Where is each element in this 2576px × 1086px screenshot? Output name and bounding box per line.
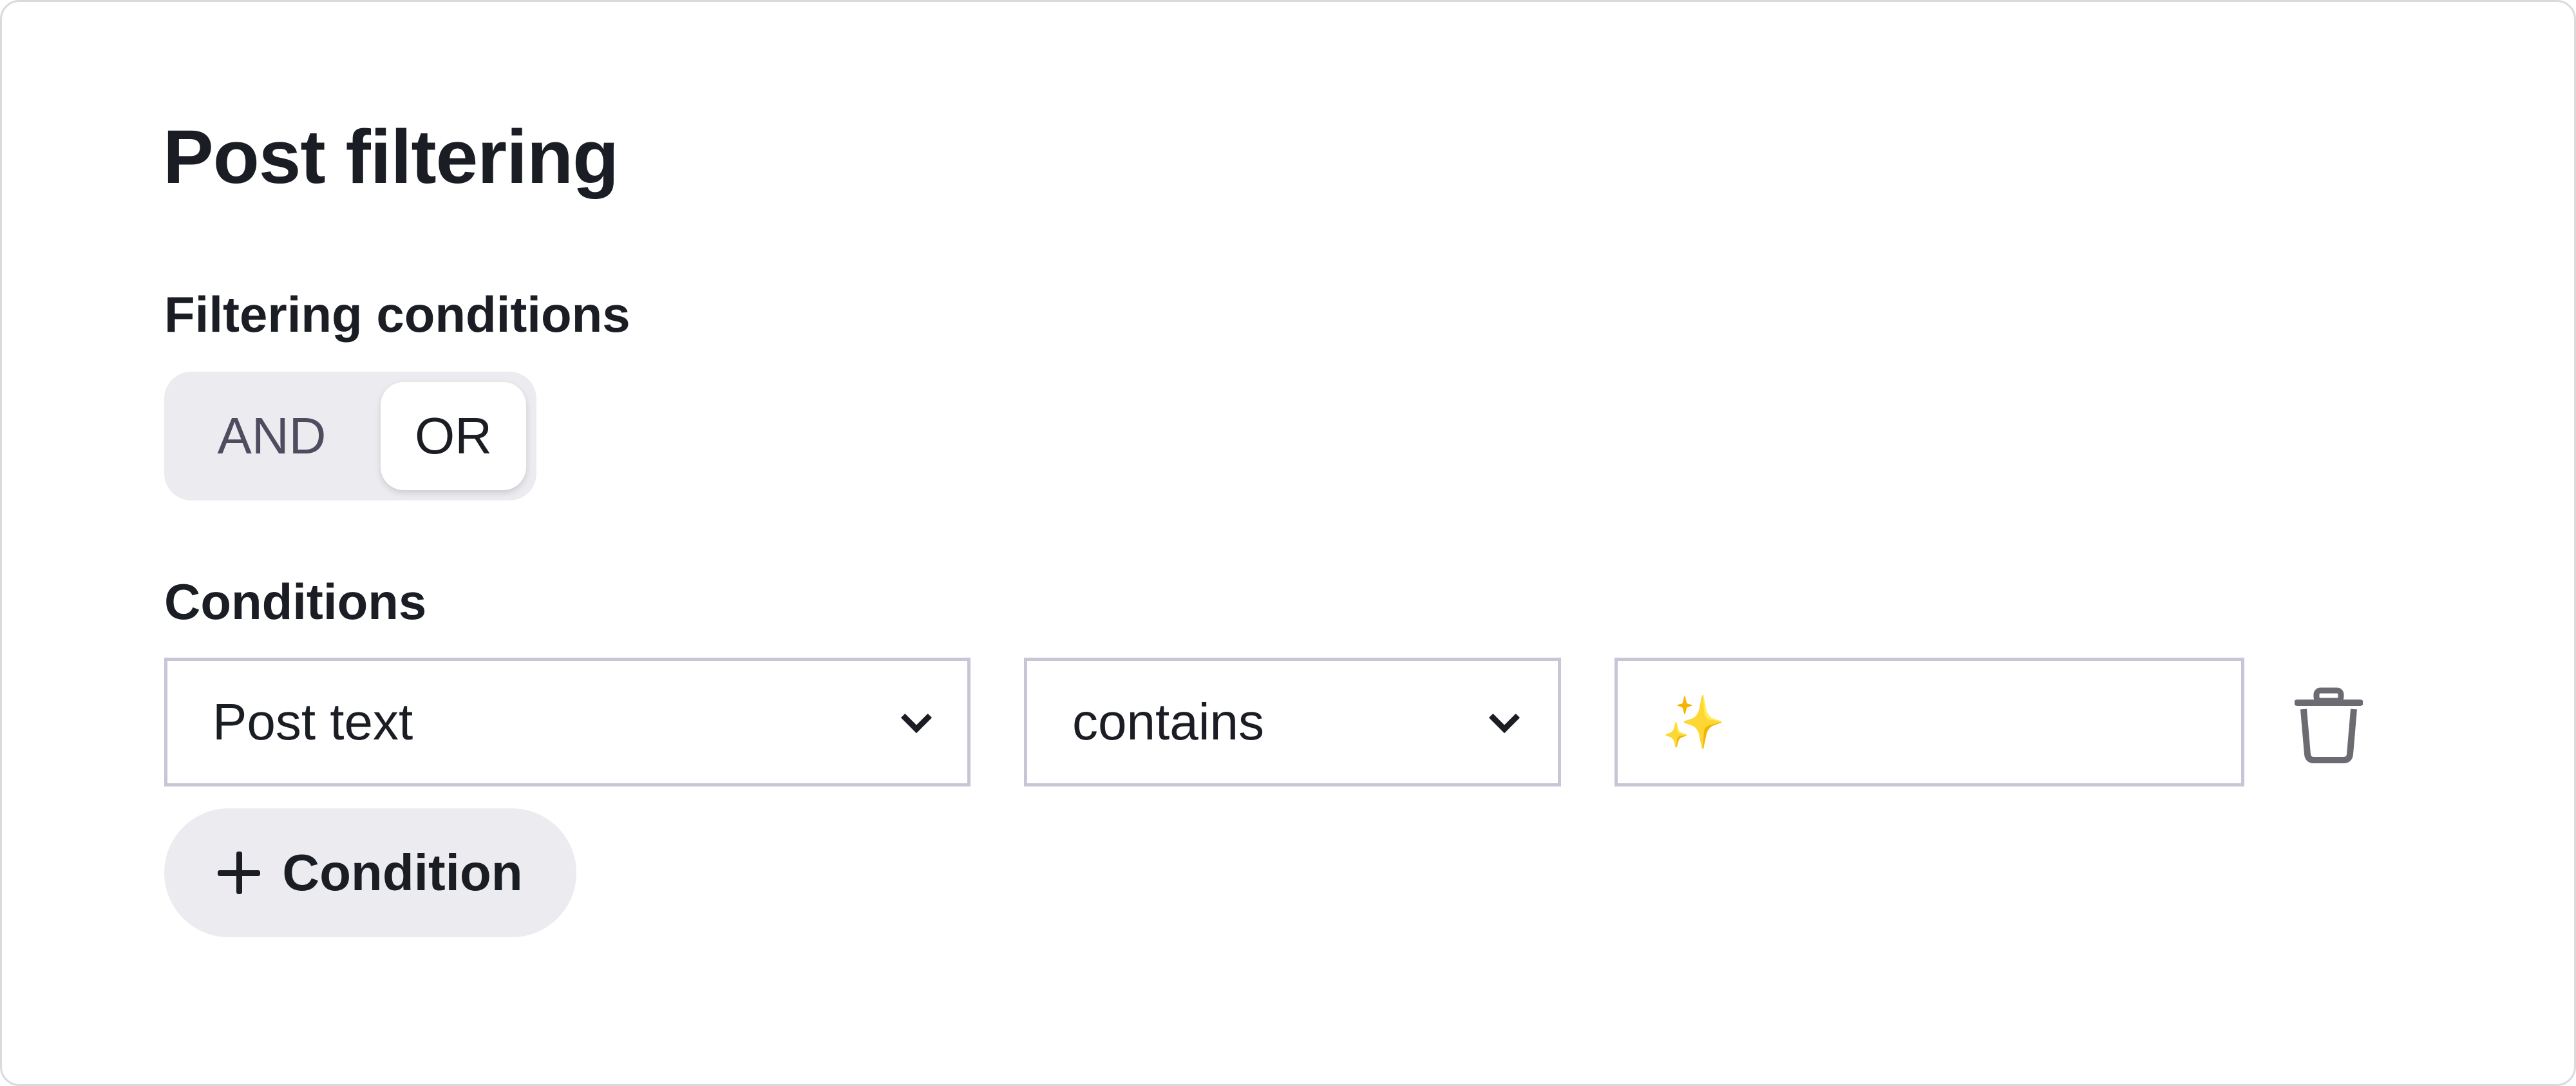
plus-icon: [218, 852, 261, 894]
add-condition-button[interactable]: Condition: [164, 808, 576, 937]
trash-icon[interactable]: [2295, 687, 2363, 763]
condition-value-field: [1615, 658, 2244, 786]
condition-operator-select[interactable]: contains: [1024, 658, 1561, 786]
logic-toggle: AND OR: [164, 372, 536, 500]
condition-operator-value: contains: [1072, 693, 1264, 750]
logic-option-or[interactable]: OR: [381, 382, 526, 490]
condition-attribute-value: Post text: [213, 693, 413, 750]
post-filtering-panel: Post filtering Filtering conditions AND …: [0, 0, 2576, 1086]
chevron-down-icon: [900, 702, 933, 734]
condition-attribute-select[interactable]: Post text: [164, 658, 971, 786]
filtering-conditions-label: Filtering conditions: [164, 286, 630, 343]
chevron-down-icon: [1488, 702, 1520, 734]
logic-option-and[interactable]: AND: [180, 382, 364, 490]
add-condition-label: Condition: [282, 844, 523, 901]
page-title: Post filtering: [163, 115, 619, 200]
conditions-label: Conditions: [164, 573, 427, 630]
condition-value-input[interactable]: [1618, 661, 2241, 783]
